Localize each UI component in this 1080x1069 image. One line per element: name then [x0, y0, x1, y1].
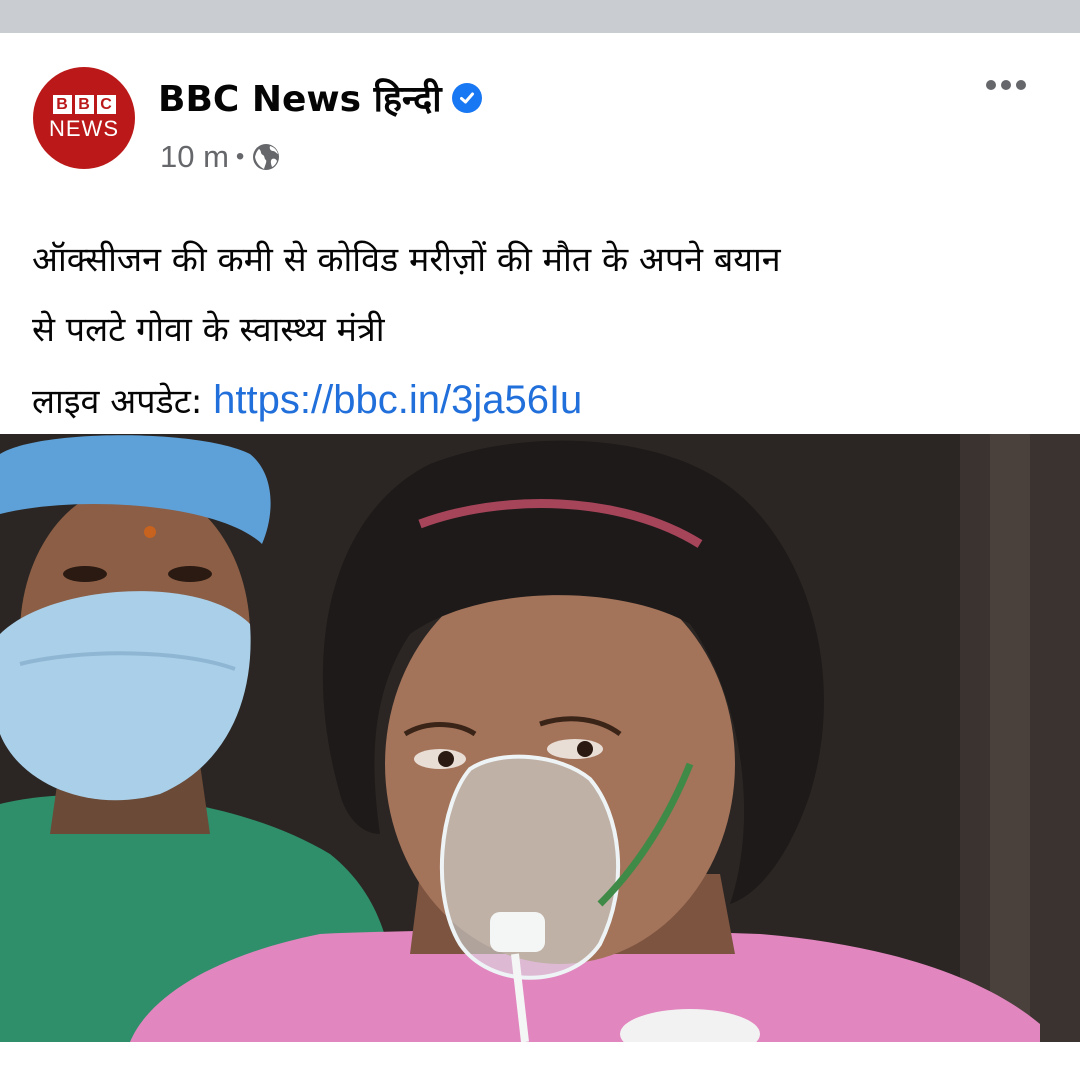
page-avatar[interactable]: B B C NEWS — [33, 67, 135, 169]
bbc-logo-news-word: NEWS — [49, 116, 119, 141]
verified-badge-icon — [451, 82, 482, 113]
page-name-link[interactable]: BBC News हिन्दी — [158, 73, 442, 122]
more-options-button[interactable] — [986, 73, 1034, 97]
bbc-logo-blocks: B B C — [52, 95, 116, 114]
page-name-row: BBC News हिन्दी — [158, 73, 482, 122]
more-dot — [986, 80, 996, 90]
post-text-line-1: ऑक्सीजन की कमी से कोविड मरीज़ों की मौत क… — [32, 240, 781, 280]
post-image[interactable] — [0, 434, 1080, 1042]
top-divider-strip — [0, 0, 1080, 33]
news-feed-post: B B C NEWS BBC News हिन्दी 10 m • ऑक्सीज… — [0, 33, 1080, 1069]
post-text: ऑक्सीजन की कमी से कोविड मरीज़ों की मौत क… — [32, 225, 1052, 437]
post-photo-illustration — [0, 434, 1080, 1042]
meta-separator: • — [235, 143, 245, 170]
post-text-line-3: लाइव अपडेट: https://bbc.in/3ja56Iu — [32, 365, 1052, 437]
live-update-label: लाइव अपडेट: — [32, 382, 203, 422]
post-meta: 10 m • — [160, 139, 281, 175]
more-dot — [1016, 80, 1026, 90]
bbc-logo-letter: B — [52, 95, 72, 114]
post-text-line-2: से पलटे गोवा के स्वास्थ्य मंत्री — [32, 310, 385, 350]
globe-icon — [253, 144, 280, 170]
more-dot — [1001, 80, 1011, 90]
post-timestamp[interactable]: 10 m — [160, 139, 229, 175]
bbc-logo-letter: B — [74, 95, 94, 114]
bbc-logo-letter: C — [96, 95, 116, 114]
post-link[interactable]: https://bbc.in/3ja56Iu — [213, 378, 582, 422]
